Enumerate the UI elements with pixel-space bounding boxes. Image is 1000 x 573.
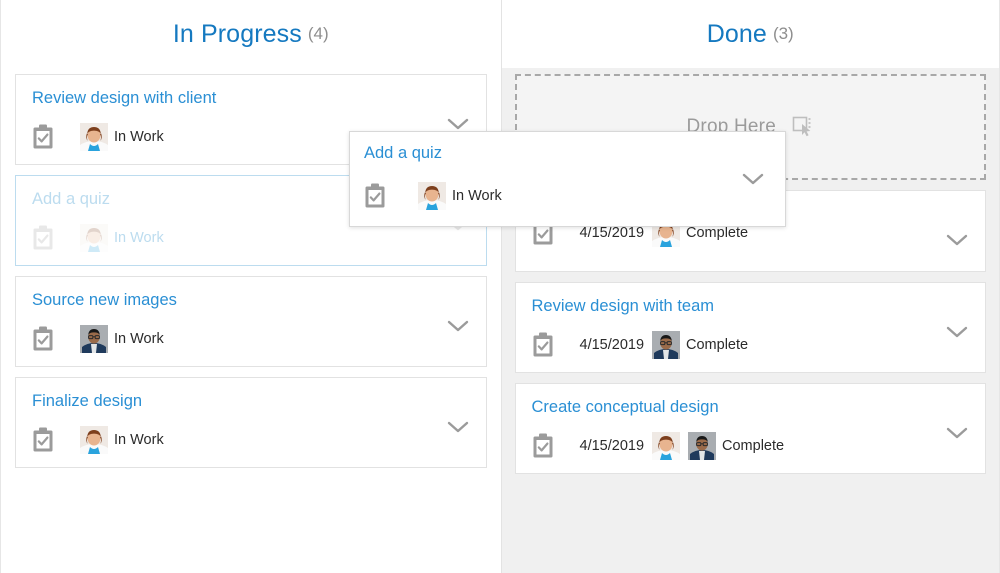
chevron-down-icon[interactable]: [945, 325, 969, 339]
column-count-in-progress: (4): [308, 24, 329, 44]
card-status: In Work: [114, 129, 164, 145]
column-in-progress: In Progress (4) Review design with clien…: [1, 0, 502, 573]
card-date: 4/15/2019: [580, 225, 645, 241]
column-header-done: Done (3): [502, 0, 1000, 68]
avatar: [80, 325, 108, 353]
column-title-done: Done: [707, 20, 767, 49]
card-footer: 4/15/2019 Complete: [532, 330, 970, 360]
clipboard-check-icon: [32, 427, 54, 453]
column-count-done: (3): [773, 24, 794, 44]
card-date: 4/15/2019: [580, 337, 645, 353]
card-review-design-with-team[interactable]: Review design with team 4/15/2019: [515, 282, 987, 373]
drag-drop-cursor-icon: [792, 116, 814, 138]
avatar: [80, 426, 108, 454]
card-status: In Work: [114, 432, 164, 448]
avatar: [652, 432, 680, 460]
card-status: Complete: [686, 225, 748, 241]
drag-preview-card[interactable]: Add a quiz In Work: [349, 131, 786, 227]
card-create-conceptual-design[interactable]: Create conceptual design 4/15/2019: [515, 383, 987, 474]
card-title: Review design with team: [532, 296, 970, 316]
card-title: Source new images: [32, 290, 470, 310]
card-status: Complete: [686, 337, 748, 353]
chevron-down-icon[interactable]: [446, 319, 470, 333]
chevron-down-icon[interactable]: [945, 426, 969, 440]
card-footer: 4/15/2019: [532, 431, 970, 461]
card-title: Review design with client: [32, 88, 470, 108]
column-done: Done (3) Drop Here: [502, 0, 1000, 573]
drag-card-footer: In Work: [364, 181, 769, 211]
card-finalize-design[interactable]: Finalize design: [15, 377, 487, 468]
card-footer: In Work: [32, 223, 470, 253]
card-status: Complete: [722, 438, 784, 454]
card-footer: In Work: [32, 324, 470, 354]
card-status: In Work: [114, 230, 164, 246]
drag-card-title: Add a quiz: [364, 143, 769, 163]
avatar: [652, 331, 680, 359]
card-title: Create conceptual design: [532, 397, 970, 417]
kanban-board: In Progress (4) Review design with clien…: [0, 0, 1000, 573]
clipboard-check-icon: [532, 433, 554, 459]
drag-card-status: In Work: [452, 188, 502, 204]
avatar: [418, 182, 446, 210]
chevron-down-icon[interactable]: [741, 172, 765, 186]
chevron-down-icon[interactable]: [446, 117, 470, 131]
card-status: In Work: [114, 331, 164, 347]
avatar: [80, 224, 108, 252]
avatar: [80, 123, 108, 151]
chevron-down-icon[interactable]: [945, 233, 969, 247]
column-header-in-progress: In Progress (4): [1, 0, 501, 68]
column-title-in-progress: In Progress: [173, 20, 302, 49]
board-columns: In Progress (4) Review design with clien…: [1, 0, 999, 573]
clipboard-check-icon: [32, 124, 54, 150]
clipboard-check-icon: [532, 332, 554, 358]
card-source-new-images[interactable]: Source new images: [15, 276, 487, 367]
avatar: [688, 432, 716, 460]
card-footer: In Work: [32, 425, 470, 455]
card-date: 4/15/2019: [580, 438, 645, 454]
chevron-down-icon[interactable]: [446, 420, 470, 434]
clipboard-check-icon: [364, 183, 386, 209]
card-title: Finalize design: [32, 391, 470, 411]
clipboard-check-icon: [32, 225, 54, 251]
clipboard-check-icon: [32, 326, 54, 352]
